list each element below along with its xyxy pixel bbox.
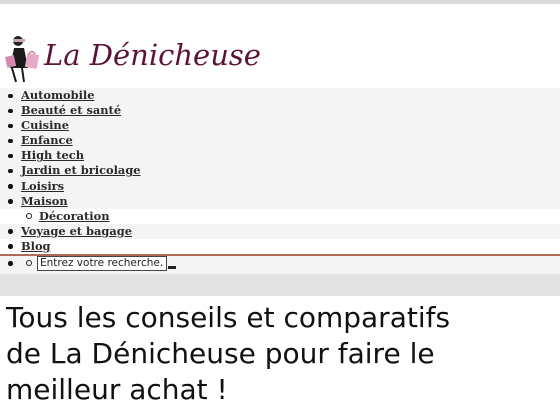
nav-item-beaute-sante: Beauté et santé: [0, 103, 560, 119]
hero-section: Tous les conseils et comparatifs de La D…: [0, 296, 560, 420]
nav-item-high-tech: High tech: [0, 148, 560, 164]
nav-link-cuisine[interactable]: Cuisine: [21, 118, 69, 132]
search-submit-button[interactable]: [168, 266, 176, 270]
search-subitem-bullet: [26, 259, 32, 266]
nav-link-high-tech[interactable]: High tech: [21, 148, 84, 162]
nav-item-blog: Blog: [0, 238, 560, 255]
nav-subitem-decoration: Décoration: [0, 208, 560, 224]
search-input[interactable]: [37, 256, 167, 272]
nav-link-loisirs[interactable]: Loisirs: [21, 179, 64, 193]
nav-item-voyage-bagage: Voyage et bagage: [0, 223, 560, 239]
nav-link-blog[interactable]: Blog: [21, 239, 51, 253]
nav-item-cuisine: Cuisine: [0, 118, 560, 134]
nav-link-enfance[interactable]: Enfance: [21, 133, 73, 147]
site-header: La Dénicheuse Automobile Beauté et santé…: [0, 4, 560, 275]
nav-item-jardin-bricolage: Jardin et bricolage: [0, 163, 560, 179]
nav-item-search: [0, 254, 560, 275]
site-logo-text: La Dénicheuse: [44, 38, 261, 72]
nav-item-automobile: Automobile: [0, 88, 560, 104]
nav-link-voyage-bagage[interactable]: Voyage et bagage: [21, 224, 132, 238]
nav-link-maison[interactable]: Maison: [21, 194, 68, 208]
nav-link-automobile[interactable]: Automobile: [21, 88, 95, 102]
main-nav: Automobile Beauté et santé Cuisine Enfan…: [0, 88, 560, 275]
nav-item-enfance: Enfance: [0, 133, 560, 149]
nav-link-beaute-sante[interactable]: Beauté et santé: [21, 103, 121, 117]
woman-shopping-bags-icon: [5, 36, 40, 83]
site-logo-link[interactable]: La Dénicheuse: [4, 32, 304, 84]
nav-link-jardin-bricolage[interactable]: Jardin et bricolage: [21, 163, 141, 177]
nav-item-maison: Maison: [0, 193, 560, 209]
nav-item-loisirs: Loisirs: [0, 178, 560, 194]
nav-link-decoration[interactable]: Décoration: [39, 209, 110, 223]
hero-title: Tous les conseils et comparatifs de La D…: [6, 301, 451, 406]
